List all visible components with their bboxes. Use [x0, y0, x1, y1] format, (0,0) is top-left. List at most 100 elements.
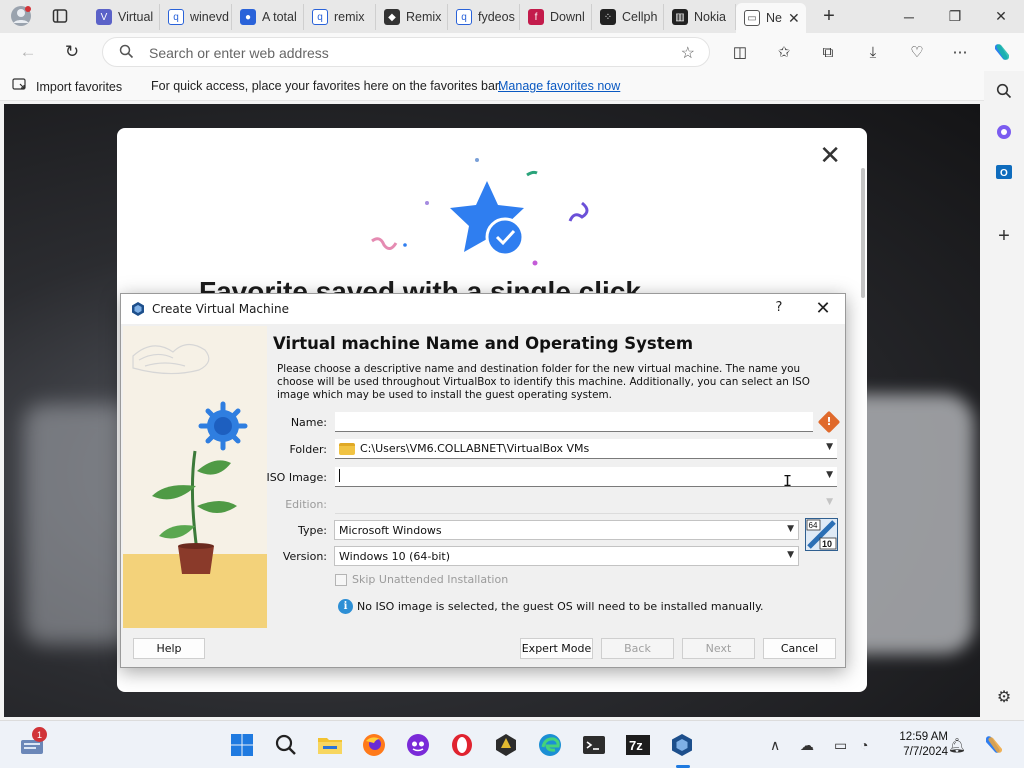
tab-new-active[interactable]: ▭ Ne ✕: [736, 3, 806, 33]
tab-virtual[interactable]: V Virtual: [88, 4, 160, 30]
address-bar[interactable]: ☆: [102, 37, 710, 67]
split-screen-icon[interactable]: ◫: [726, 39, 754, 65]
version-select[interactable]: Windows 10 (64-bit) ▼: [334, 546, 799, 566]
system-clock[interactable]: 12:59 AM 7/7/2024: [882, 730, 948, 760]
checkbox-box: [335, 573, 347, 586]
collections-icon[interactable]: ⧉: [814, 39, 842, 65]
chevron-down-icon: ▼: [787, 524, 794, 534]
import-favorites-button[interactable]: Import favorites: [12, 78, 122, 95]
profile-avatar-icon[interactable]: [9, 5, 33, 27]
sidebar-settings-icon[interactable]: ⚙: [990, 683, 1018, 711]
tab-winevd[interactable]: q winevd: [160, 4, 232, 30]
favorites-bar: Import favorites For quick access, place…: [0, 71, 1024, 101]
network-volume-icon[interactable]: ◔: [860, 737, 868, 753]
restore-button[interactable]: ❐: [932, 0, 978, 33]
file-explorer-icon[interactable]: [316, 731, 344, 759]
cancel-button[interactable]: Cancel: [763, 638, 836, 659]
tab-actions-icon[interactable]: [48, 5, 72, 27]
svg-text:O: O: [1000, 168, 1008, 179]
tab-label: winevd: [190, 10, 229, 24]
tab-label: Downl: [550, 10, 585, 24]
users-icon: ●: [240, 9, 256, 25]
tab-label: Ne: [766, 11, 782, 25]
new-tab-button[interactable]: +: [817, 5, 841, 27]
tab-download[interactable]: f Downl: [520, 4, 592, 30]
chevron-down-icon: ▼: [787, 550, 794, 560]
expert-mode-button[interactable]: Expert Mode: [520, 638, 593, 659]
downloads-icon[interactable]: ⤓: [859, 39, 887, 65]
tab-remix-search[interactable]: q remix: [304, 4, 376, 30]
firefox-icon[interactable]: [360, 731, 388, 759]
windows-os-icon: 64 10: [805, 518, 838, 551]
svg-text:7z: 7z: [629, 738, 643, 753]
manage-favorites-link[interactable]: Manage favorites now: [498, 79, 620, 93]
import-favorites-label: Import favorites: [36, 79, 123, 94]
close-dialog-icon[interactable]: ✕: [809, 298, 837, 320]
edge-icon[interactable]: [536, 731, 564, 759]
browser-essentials-icon[interactable]: ♡: [903, 39, 931, 65]
virtualbox-forum-icon: V: [96, 9, 112, 25]
opera-icon[interactable]: [448, 731, 476, 759]
folder-select[interactable]: C:\Users\VM6.COLLABNET\VirtualBox VMs ▼: [335, 439, 837, 459]
skip-unattended-label: Skip Unattended Installation: [352, 573, 509, 586]
search-icon[interactable]: [272, 731, 300, 759]
building-icon: ▥: [672, 9, 688, 25]
game-icon[interactable]: [492, 731, 520, 759]
ibeam-cursor-icon: I: [783, 472, 793, 490]
tab-cellphone[interactable]: ⁘ Cellph: [592, 4, 664, 30]
copilot-preview-icon[interactable]: [980, 731, 1008, 759]
sidebar-add-icon[interactable]: +: [990, 222, 1018, 250]
type-label: Type:: [298, 524, 327, 537]
type-select[interactable]: Microsoft Windows ▼: [334, 520, 799, 540]
chevron-down-icon: ▼: [826, 442, 833, 452]
name-label: Name:: [290, 416, 327, 429]
copilot-icon[interactable]: [988, 39, 1016, 65]
tab-remix[interactable]: ◆ Remix: [376, 4, 448, 30]
7zip-icon[interactable]: 7z: [624, 731, 652, 759]
virtualbox-icon[interactable]: [668, 731, 696, 759]
tab-label: Cellph: [622, 10, 658, 24]
tab-label: Virtual: [118, 10, 154, 24]
search-icon: q: [168, 9, 184, 25]
iso-select[interactable]: ▼: [335, 467, 837, 487]
notification-bell-icon[interactable]: 🔔︎: [948, 737, 966, 754]
next-button[interactable]: Next: [682, 638, 755, 659]
terminal-icon[interactable]: [580, 731, 608, 759]
sidebar-copilot-icon[interactable]: [990, 118, 1018, 146]
start-icon[interactable]: [228, 731, 256, 759]
close-tab-icon[interactable]: ✕: [788, 10, 800, 27]
tab-label: remix: [334, 10, 365, 24]
info-text: No ISO image is selected, the guest OS w…: [357, 600, 764, 613]
import-icon: [12, 78, 28, 95]
refresh-icon[interactable]: ↻: [58, 39, 86, 65]
back-button[interactable]: Back: [601, 638, 674, 659]
close-modal-icon[interactable]: ✕: [819, 142, 841, 168]
search-icon: [119, 44, 134, 62]
close-window-button[interactable]: ✕: [978, 0, 1024, 33]
back-arrow-icon[interactable]: ←: [14, 39, 42, 65]
sidebar-search-icon[interactable]: [990, 77, 1018, 105]
tab-fydeos[interactable]: q fydeos: [448, 4, 520, 30]
favorites-icon[interactable]: ✩: [770, 39, 798, 65]
favorite-star-icon[interactable]: ☆: [681, 43, 695, 63]
more-menu-icon[interactable]: ⋯: [946, 39, 974, 65]
show-hidden-icons-chevron-icon[interactable]: ∧: [770, 737, 780, 754]
display-icon[interactable]: ▭: [834, 737, 847, 754]
tab-a-total[interactable]: ● A total: [232, 4, 304, 30]
minimize-button[interactable]: ─: [886, 0, 932, 33]
address-input[interactable]: [149, 44, 669, 62]
name-field[interactable]: [335, 412, 813, 432]
dialog-button-row: Help Expert Mode Back Next Cancel: [121, 628, 845, 667]
modal-scrollbar[interactable]: [861, 168, 865, 298]
tab-nokia[interactable]: ▥ Nokia: [664, 4, 736, 30]
edition-select: ▼: [335, 494, 837, 514]
edition-label: Edition:: [285, 498, 327, 511]
app-icon[interactable]: [404, 731, 432, 759]
onedrive-icon[interactable]: ☁: [800, 737, 814, 754]
sidebar-outlook-icon[interactable]: O: [990, 158, 1018, 186]
dialog-titlebar: Create Virtual Machine ? ✕: [121, 294, 845, 324]
help-icon[interactable]: ?: [767, 300, 791, 318]
chevron-down-icon: ▼: [826, 497, 833, 507]
info-icon: i: [338, 599, 353, 614]
help-button[interactable]: Help: [133, 638, 205, 659]
